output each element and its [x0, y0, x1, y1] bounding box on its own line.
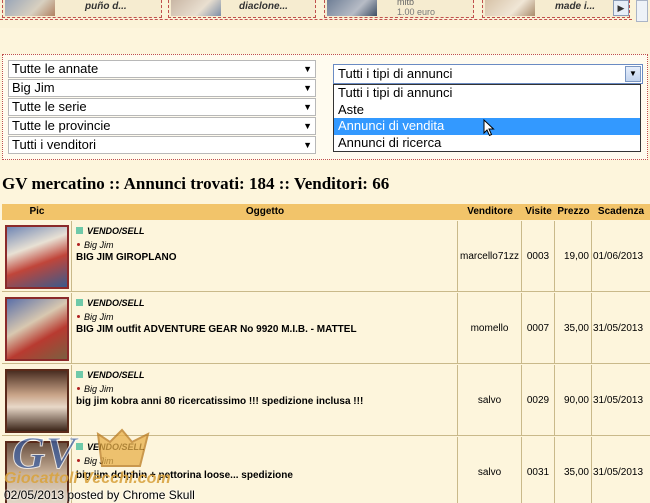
- pic-cell: [2, 293, 72, 364]
- type-marker-icon: [76, 299, 83, 306]
- bullet-icon: [77, 315, 80, 318]
- prezzo-cell: 90,00: [555, 365, 592, 436]
- watermark-text: Giocattoli Vecchi.com: [4, 470, 171, 487]
- carousel-track: puño d... diaclone... mitb 1.00 euro mad…: [0, 0, 632, 20]
- carousel-caption: puño d...: [85, 1, 127, 12]
- chevron-down-icon: ▼: [303, 64, 312, 74]
- chevron-down-icon: ▼: [303, 102, 312, 112]
- carousel-item[interactable]: mitb 1.00 euro: [324, 0, 474, 18]
- bullet-icon: [77, 387, 80, 390]
- listing-category: Big Jim: [77, 240, 114, 250]
- prezzo-cell: 19,00: [555, 221, 592, 292]
- annate-select[interactable]: Tutte le annate ▼: [8, 60, 316, 78]
- provincie-select-value: Tutte le provincie: [12, 118, 111, 133]
- venditore-cell[interactable]: salvo: [458, 437, 522, 503]
- item-photo[interactable]: [5, 225, 69, 289]
- carousel-thumbnail: [485, 0, 535, 16]
- carousel-item[interactable]: puño d...: [2, 0, 162, 18]
- column-header-visite: Visite: [525, 206, 552, 217]
- carousel-caption: diaclone...: [239, 1, 288, 12]
- table-row[interactable]: VENDO/SELL Big Jim BIG JIM outfit ADVENT…: [2, 293, 650, 364]
- oggetto-cell: VENDO/SELL Big Jim BIG JIM GIROPLANO: [72, 221, 458, 292]
- carousel-item[interactable]: diaclone...: [168, 0, 316, 18]
- arrow-right-icon: ▶: [617, 3, 625, 13]
- listing-title-link[interactable]: BIG JIM outfit ADVENTURE GEAR No 9920 M.…: [76, 324, 357, 335]
- chevron-down-icon: ▼: [303, 121, 312, 131]
- carousel-next-button[interactable]: ▶: [613, 0, 629, 16]
- listing-type: VENDO/SELL: [76, 226, 145, 236]
- type-marker-icon: [76, 227, 83, 234]
- pic-cell: [2, 221, 72, 292]
- column-header-prezzo: Prezzo: [557, 206, 590, 217]
- listing-category: Big Jim: [77, 312, 114, 322]
- venditori-select[interactable]: Tutti i venditori ▼: [8, 136, 316, 154]
- carousel-caption-top: mitb: [397, 0, 415, 7]
- thumbnail-carousel: puño d... diaclone... mitb 1.00 euro mad…: [0, 0, 650, 28]
- table-row[interactable]: VENDO/SELL Big Jim BIG JIM GIROPLANO mar…: [2, 221, 650, 292]
- visite-cell: 0031: [522, 437, 555, 503]
- venditori-select-value: Tutti i venditori: [12, 137, 97, 152]
- carousel-item[interactable]: made i...: [482, 0, 630, 18]
- visite-cell: 0007: [522, 293, 555, 364]
- scadenza-cell: 31/05/2013: [593, 467, 644, 478]
- carousel-caption: made i...: [555, 1, 596, 12]
- prezzo-cell: 35,00: [555, 293, 592, 364]
- prezzo-cell: 35,00: [555, 437, 592, 503]
- listing-type: VENDO/SELL: [76, 370, 145, 380]
- visite-cell: 0003: [522, 221, 555, 292]
- column-header-pic: Pic: [29, 206, 45, 217]
- serie-select[interactable]: Tutte le serie ▼: [8, 98, 316, 116]
- oggetto-cell: VENDO/SELL Big Jim BIG JIM outfit ADVENT…: [72, 293, 458, 364]
- page-title: GV mercatino :: Annunci trovati: 184 :: …: [2, 174, 390, 193]
- provincie-select[interactable]: Tutte le provincie ▼: [8, 117, 316, 135]
- venditore-cell[interactable]: momello: [458, 293, 522, 364]
- item-photo[interactable]: [5, 297, 69, 361]
- carousel-caption: 1.00 euro: [397, 7, 436, 17]
- visite-cell: 0029: [522, 365, 555, 436]
- dropdown-option[interactable]: Aste: [334, 102, 640, 119]
- carousel-thumbnail: [5, 0, 55, 16]
- carousel-thumbnail: [327, 0, 377, 16]
- listing-type: VENDO/SELL: [76, 298, 145, 308]
- table-header: Pic Oggetto Venditore Visite Prezzo Scad…: [2, 204, 650, 220]
- column-header-venditore: Venditore: [467, 206, 513, 217]
- listing-title-link[interactable]: BIG JIM GIROPLANO: [76, 252, 177, 263]
- vertical-scrollbar[interactable]: [636, 0, 648, 22]
- tipi-annunci-select[interactable]: Tutti i tipi di annunci ▼: [333, 64, 643, 84]
- serie-type-select[interactable]: Big Jim ▼: [8, 79, 316, 97]
- post-credit: 02/05/2013 posted by Chrome Skull: [4, 488, 195, 502]
- venditore-cell[interactable]: salvo: [458, 365, 522, 436]
- scadenza-cell: 31/05/2013: [593, 323, 644, 334]
- tipi-annunci-select-value: Tutti i tipi di annunci: [338, 66, 453, 81]
- tipi-annunci-dropdown-list: Tutti i tipi di annunci Aste Annunci di …: [333, 84, 641, 152]
- serie-select-value: Tutte le serie: [12, 99, 87, 114]
- scadenza-cell: 01/06/2013: [593, 251, 644, 262]
- venditore-cell[interactable]: marcello71zz: [458, 221, 522, 292]
- carousel-thumbnail: [171, 0, 221, 16]
- scadenza-cell: 31/05/2013: [593, 395, 644, 406]
- serie-type-select-value: Big Jim: [12, 80, 55, 95]
- annate-select-value: Tutte le annate: [12, 61, 99, 76]
- type-marker-icon: [76, 371, 83, 378]
- chevron-down-icon: ▼: [303, 140, 312, 150]
- column-header-oggetto: Oggetto: [245, 206, 285, 217]
- column-header-scadenza: Scadenza: [597, 206, 645, 217]
- dropdown-option[interactable]: Tutti i tipi di annunci: [334, 85, 640, 102]
- listing-title-link[interactable]: big jim kobra anni 80 ricercatissimo !!!…: [76, 396, 363, 407]
- filter-panel: Tutte le annate ▼ Big Jim ▼ Tutte le serie…: [2, 54, 648, 160]
- listing-category: Big Jim: [77, 384, 114, 394]
- chevron-down-icon: ▼: [303, 83, 312, 93]
- bullet-icon: [77, 243, 80, 246]
- chevron-down-icon[interactable]: ▼: [625, 66, 641, 82]
